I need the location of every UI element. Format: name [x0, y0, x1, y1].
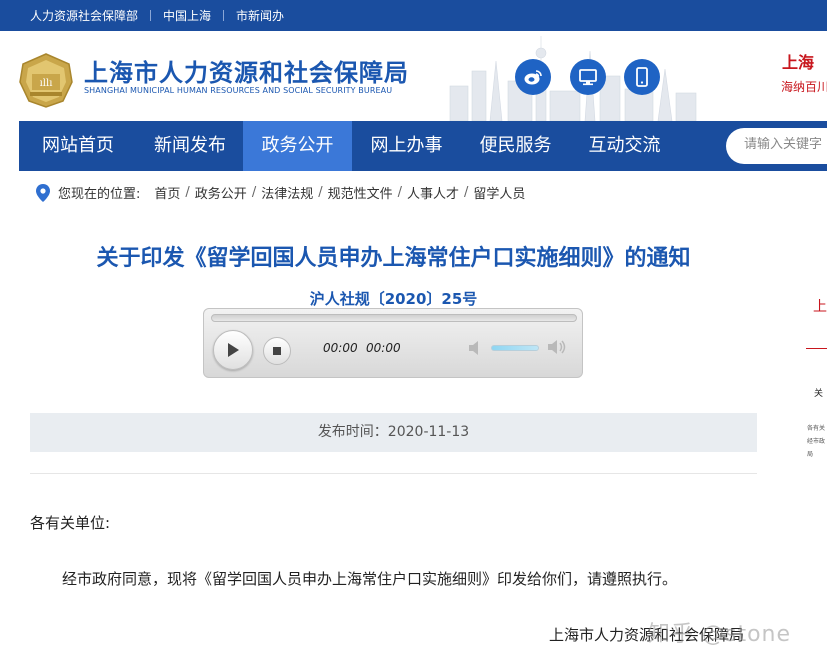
- volume-mute-icon[interactable]: [467, 340, 485, 356]
- publish-time: 发布时间：2020-11-13: [30, 413, 757, 452]
- search-box: [726, 128, 827, 164]
- side-preview-line: 局: [807, 451, 814, 458]
- mobile-button[interactable]: [624, 59, 660, 95]
- audio-progress-track[interactable]: [211, 314, 577, 322]
- weibo-button[interactable]: [515, 59, 551, 95]
- breadcrumb: 您现在的位置: 首页 / 政务公开 / 法律法规 / 规范性文件 / 人事人才 …: [36, 183, 525, 202]
- side-preview-line: 各有关: [807, 425, 826, 432]
- banner-slogan-sub: 海纳百川: [781, 80, 827, 94]
- divider: [150, 10, 152, 21]
- watermark: 知乎 @stone: [648, 622, 792, 647]
- breadcrumb-separator: /: [185, 185, 190, 200]
- computer-button[interactable]: [570, 59, 606, 95]
- side-preview-title: 关: [814, 389, 824, 399]
- site-title: 上海市人力资源和社会保障局: [84, 59, 409, 87]
- nav-interaction[interactable]: 互动交流: [570, 121, 679, 171]
- nav-online-services[interactable]: 网上办事: [352, 121, 461, 171]
- top-link-mohrss[interactable]: 人力资源社会保障部: [30, 7, 138, 24]
- breadcrumb-separator: /: [251, 185, 257, 200]
- volume-slider[interactable]: [491, 345, 539, 351]
- volume-max-icon[interactable]: [546, 338, 568, 356]
- document-number: 沪人社规〔2020〕25号: [309, 290, 478, 308]
- stop-icon: [273, 347, 281, 355]
- divider: [223, 10, 225, 21]
- article-body: 经市政府同意，现将《留学回国人员申办上海常住户口实施细则》印发给你们，请遵照执行…: [62, 570, 678, 588]
- article-title: 关于印发《留学回国人员申办上海常住户口实施细则》的通知: [96, 246, 691, 271]
- computer-icon: [579, 69, 597, 86]
- breadcrumb-separator: /: [464, 185, 469, 200]
- breadcrumb-prefix: 您现在的位置:: [58, 187, 141, 202]
- article-salutation: 各有关单位:: [30, 514, 111, 532]
- breadcrumb-government-affairs[interactable]: 政务公开: [195, 183, 247, 202]
- breadcrumb-normative-docs[interactable]: 规范性文件: [328, 183, 393, 202]
- nav-convenience[interactable]: 便民服务: [461, 121, 570, 171]
- location-pin-icon: [36, 183, 50, 202]
- content-divider: [30, 473, 757, 474]
- breadcrumb-talent[interactable]: 人事人才: [407, 183, 459, 202]
- site-subtitle: SHANGHAI MUNICIPAL HUMAN RESOURCES AND S…: [84, 86, 393, 95]
- svg-text:ıllı: ıllı: [40, 78, 53, 89]
- current-time: 00:00: [323, 341, 358, 355]
- nav-news[interactable]: 新闻发布: [137, 121, 243, 171]
- side-preview-rule: [806, 348, 827, 349]
- breadcrumb-separator: /: [397, 185, 403, 200]
- nav-government-affairs[interactable]: 政务公开: [243, 121, 352, 171]
- bureau-logo: ıllı: [19, 53, 73, 108]
- audio-player: 00:00 00:00: [203, 308, 583, 378]
- breadcrumb-laws[interactable]: 法律法规: [261, 183, 313, 202]
- side-preview-line: 经市政: [807, 438, 826, 445]
- stop-button[interactable]: [263, 337, 291, 365]
- site-header: ıllı 上海市人力资源和社会保障局 SHANGHAI MUNICIPAL HU…: [0, 31, 827, 121]
- side-preview-heading: 上: [813, 299, 827, 315]
- top-bar: 人力资源社会保障部 中国上海 市新闻办: [0, 0, 827, 31]
- mobile-icon: [636, 67, 648, 87]
- nav-home[interactable]: 网站首页: [19, 121, 137, 171]
- play-button[interactable]: [213, 330, 253, 370]
- search-input[interactable]: [744, 137, 827, 152]
- top-link-china-shanghai[interactable]: 中国上海: [163, 7, 211, 24]
- breadcrumb-separator: /: [318, 185, 323, 200]
- weibo-icon: [524, 70, 542, 85]
- breadcrumb-home[interactable]: 首页: [154, 183, 180, 202]
- play-icon: [228, 343, 239, 357]
- breadcrumb-returnees[interactable]: 留学人员: [473, 183, 525, 202]
- banner-slogan: 上海: [782, 53, 815, 72]
- top-links: 人力资源社会保障部 中国上海 市新闻办: [30, 7, 284, 24]
- top-link-news-office[interactable]: 市新闻办: [236, 7, 284, 24]
- main-nav: 网站首页 新闻发布 政务公开 网上办事 便民服务 互动交流: [19, 121, 827, 171]
- duration: 00:00: [366, 341, 401, 355]
